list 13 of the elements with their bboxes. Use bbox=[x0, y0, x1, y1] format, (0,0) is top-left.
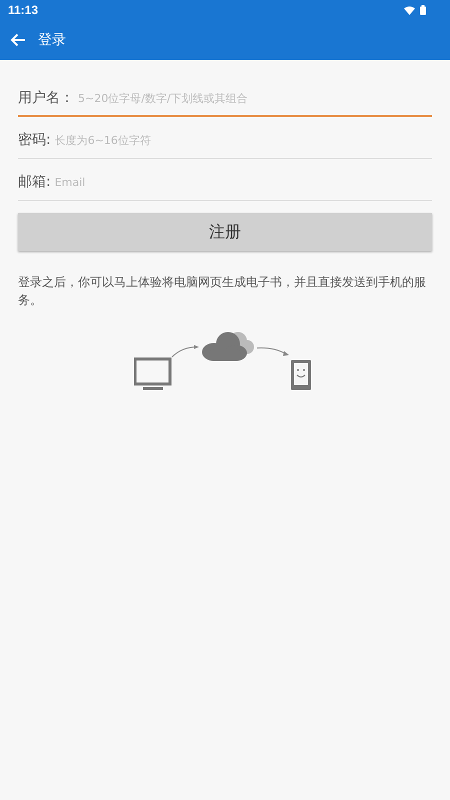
wifi-icon bbox=[404, 6, 415, 14]
status-time: 11:13 bbox=[8, 3, 38, 17]
back-button[interactable] bbox=[10, 32, 28, 48]
register-button[interactable]: 注册 bbox=[18, 213, 432, 251]
field-label: 邮箱: bbox=[18, 173, 51, 191]
input-field[interactable]: Email bbox=[50, 176, 432, 189]
input-field[interactable]: 长度为6~16位字符 bbox=[50, 134, 432, 147]
description-text: 登录之后，你可以马上体验将电脑网页生成电子书，并且直接发送到手机的服务。 bbox=[18, 274, 427, 309]
field-label: 密码: bbox=[18, 131, 51, 149]
page-title: 登录 bbox=[38, 31, 66, 49]
field-label: 用户名： bbox=[18, 89, 74, 107]
battery-icon bbox=[420, 5, 426, 15]
input-field[interactable]: 5~20位字母/数字/下划线或其组合 bbox=[74, 92, 432, 105]
